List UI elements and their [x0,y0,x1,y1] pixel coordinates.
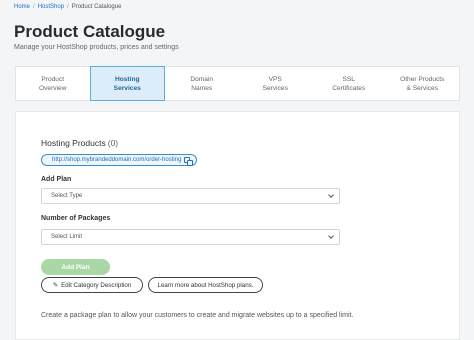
breadcrumb-hostshop[interactable]: HostShop [38,4,64,10]
help-text: Create a package plan to allow your cust… [41,312,354,319]
edit-category-button[interactable]: ✎ Edit Category Description [41,277,143,293]
product-tabs: Product Overview Hosting Services Domain Na… [15,66,460,101]
breadcrumb-home[interactable]: Home [14,4,30,10]
tab-ssl-certificates[interactable]: SSL Certificates [312,67,386,100]
tab-product-overview[interactable]: Product Overview [16,67,90,100]
products-heading: Hosting Products (0) [41,138,119,148]
tab-domain-names[interactable]: Domain Names [165,67,239,100]
products-count: (0) [107,138,119,148]
chevron-down-icon [328,192,334,198]
page-subtitle: Manage your HostShop products, prices an… [14,44,179,51]
plan-type-select[interactable]: Select Type [41,188,340,204]
tab-vps-services[interactable]: VPS Services [239,67,313,100]
breadcrumb: Home / HostShop / Product Catalogue [14,4,121,10]
breadcrumb-separator: / [33,4,35,10]
add-plan-label: Add Plan [41,176,72,183]
packages-label: Number of Packages [41,215,111,222]
page-title: Product Catalogue [14,22,166,41]
pencil-icon: ✎ [52,282,59,289]
hosting-panel: Hosting Products (0) http://shop.mybrande… [15,111,460,340]
breadcrumb-current: Product Catalogue [71,4,122,10]
order-url[interactable]: http://shop.mybrandeddomain.com/order-ho… [52,157,181,163]
breadcrumb-separator: / [67,4,69,10]
order-url-pill[interactable]: http://shop.mybrandeddomain.com/order-ho… [41,154,198,166]
tab-other-products[interactable]: Other Products & Services [386,67,460,100]
packages-limit-select[interactable]: Select Limit [41,229,340,245]
add-plan-button[interactable]: Add Plan [41,259,110,275]
copy-icon[interactable] [184,157,191,163]
chevron-down-icon [328,233,334,239]
learn-more-button[interactable]: Learn more about HostShop plans. [148,277,263,293]
tab-hosting-services[interactable]: Hosting Services [89,66,165,101]
